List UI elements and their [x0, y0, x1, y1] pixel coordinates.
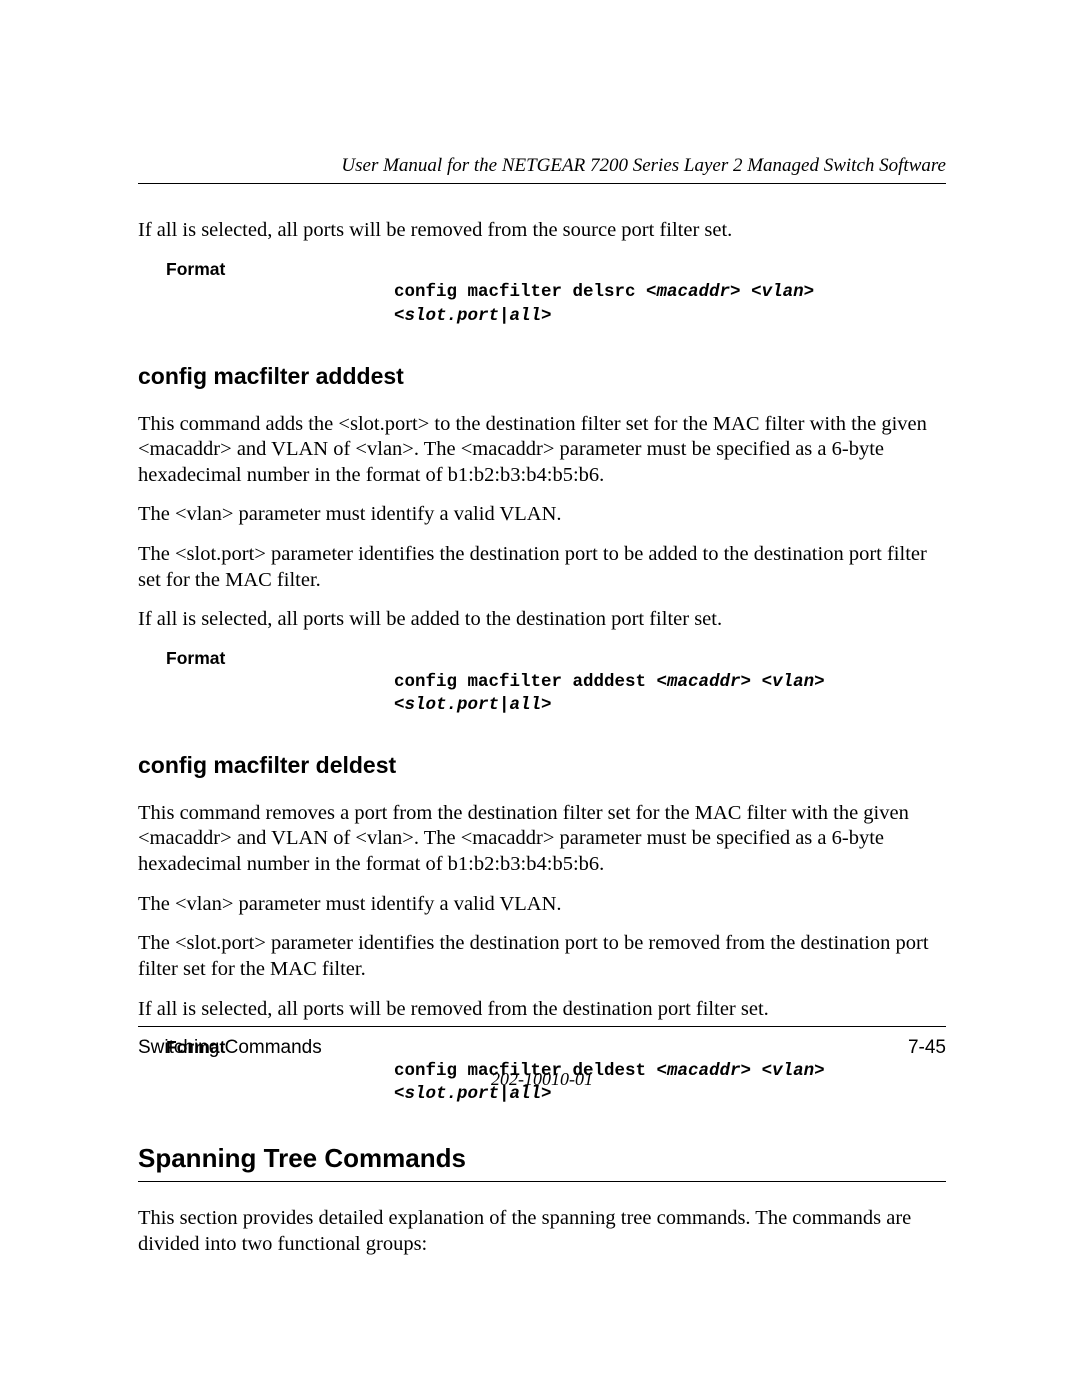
cmd-arg: <slot.port|all>	[394, 306, 552, 326]
cmd-arg: <macaddr>	[646, 282, 741, 302]
cmd-text: config macfilter adddest	[394, 672, 657, 692]
paragraph: If all is selected, all ports will be re…	[138, 997, 946, 1023]
paragraph: The <slot.port> parameter identifies the…	[138, 931, 946, 982]
paragraph: This command removes a port from the des…	[138, 801, 946, 878]
footer-section-name: Switching Commands	[138, 1037, 322, 1059]
section-heading-adddest: config macfilter adddest	[138, 363, 946, 390]
paragraph: The <vlan> parameter must identify a val…	[138, 892, 946, 918]
format-block-delsrc: Format config macfilter delsrc <macaddr>…	[166, 258, 946, 329]
running-header: User Manual for the NETGEAR 7200 Series …	[138, 155, 946, 184]
format-label: Format	[166, 647, 394, 718]
cmd-arg: <slot.port|all>	[394, 695, 552, 715]
cmd-sep	[741, 282, 752, 302]
cmd-arg: <macaddr>	[657, 672, 752, 692]
format-command: config macfilter adddest <macaddr> <vlan…	[394, 647, 825, 718]
footer-doc-code: 202-10010-01	[138, 1069, 946, 1090]
footer-page-number: 7-45	[908, 1037, 946, 1059]
cmd-arg: <vlan>	[751, 282, 814, 302]
format-command: config macfilter delsrc <macaddr> <vlan>…	[394, 258, 814, 329]
section-heading-spanning-tree: Spanning Tree Commands	[138, 1143, 946, 1182]
paragraph: If all is selected, all ports will be ad…	[138, 607, 946, 633]
format-label: Format	[166, 258, 394, 329]
paragraph: This command adds the <slot.port> to the…	[138, 412, 946, 489]
section-heading-deldest: config macfilter deldest	[138, 752, 946, 779]
paragraph: The <slot.port> parameter identifies the…	[138, 542, 946, 593]
paragraph: If all is selected, all ports will be re…	[138, 218, 946, 244]
format-block-adddest: Format config macfilter adddest <macaddr…	[166, 647, 946, 718]
page: User Manual for the NETGEAR 7200 Series …	[0, 0, 1080, 1397]
page-footer: Switching Commands 7-45 202-10010-01	[138, 1026, 946, 1090]
cmd-text: config macfilter delsrc	[394, 282, 646, 302]
cmd-arg: <vlan>	[762, 672, 825, 692]
footer-rule	[138, 1026, 946, 1027]
cmd-sep	[751, 672, 762, 692]
paragraph: This section provides detailed explanati…	[138, 1206, 946, 1257]
paragraph: The <vlan> parameter must identify a val…	[138, 502, 946, 528]
